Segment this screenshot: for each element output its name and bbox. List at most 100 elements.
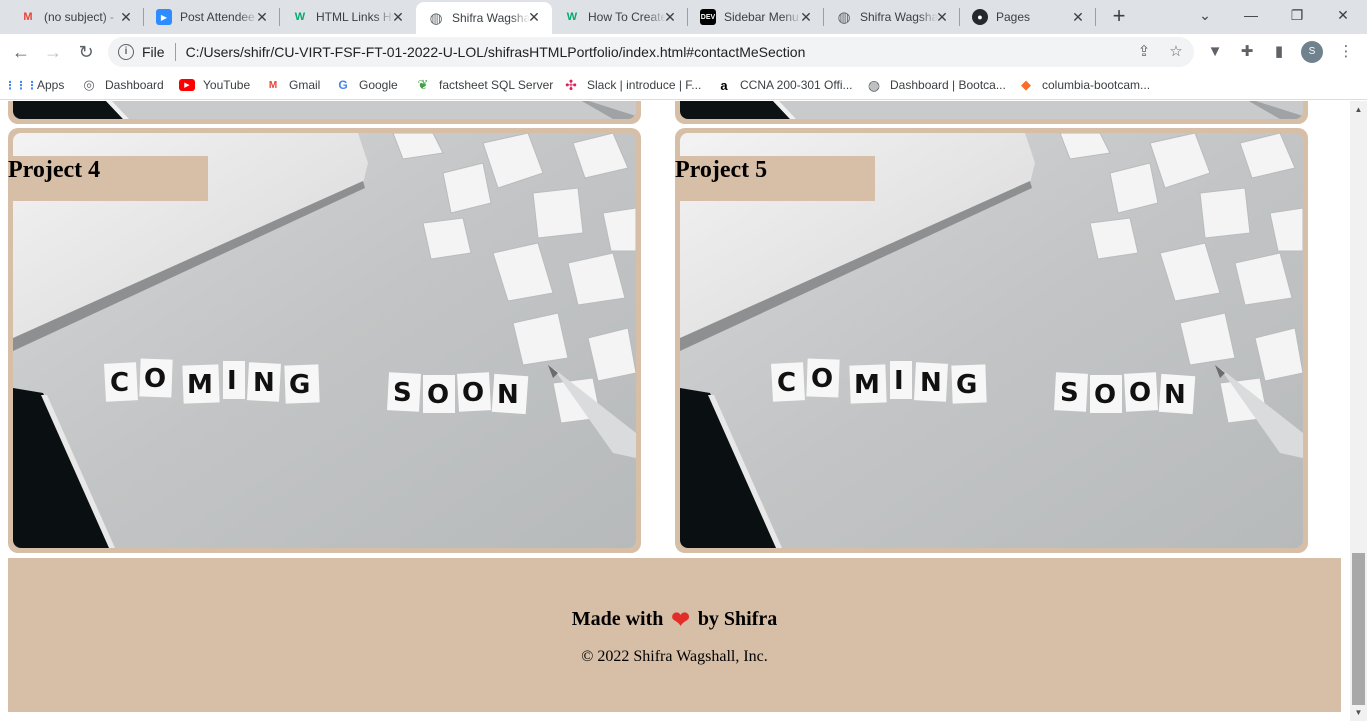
- tab-title: Post Attendee: [180, 10, 255, 24]
- made-with-line: Made with ❤ by Shifra: [8, 608, 1341, 631]
- svg-text:G: G: [956, 370, 977, 400]
- author-text: by Shifra: [697, 608, 778, 630]
- browser-tab[interactable]: W HTML Links Hy ✕: [280, 0, 416, 34]
- heart-icon: ❤: [671, 606, 690, 632]
- bookmark-item[interactable]: G Google: [335, 76, 398, 94]
- close-tab-icon[interactable]: ✕: [1070, 9, 1086, 25]
- svg-text:I: I: [894, 366, 904, 396]
- svg-text:M: M: [854, 370, 880, 400]
- vuetify-extension-icon[interactable]: ▼: [1205, 42, 1225, 62]
- bookmark-label: Slack | introduce | F...: [587, 78, 702, 92]
- browser-tab-active[interactable]: ◍ Shifra Wagsha ✕: [416, 2, 552, 34]
- bookmark-label: Apps: [37, 78, 65, 92]
- browser-tab[interactable]: W How To Create ✕: [552, 0, 688, 34]
- project-card-4[interactable]: C O M I N G S O O N Project 4: [8, 128, 641, 553]
- bookmark-label: Dashboard | Bootca...: [890, 78, 1006, 92]
- bookmark-item[interactable]: ✣ Slack | introduce | F...: [563, 76, 701, 94]
- back-arrow-icon[interactable]: ←: [9, 40, 33, 64]
- profile-avatar[interactable]: S: [1301, 41, 1323, 63]
- scheme-label: File: [142, 44, 165, 60]
- bookmark-item[interactable]: M Gmail: [265, 76, 321, 94]
- close-window-button[interactable]: ✕: [1320, 0, 1366, 34]
- forward-arrow-icon[interactable]: →: [41, 40, 65, 64]
- google-icon: G: [338, 78, 348, 92]
- bookmark-label: Google: [359, 78, 398, 92]
- project-card-5[interactable]: C O M I N G S O O N Project 5: [675, 128, 1308, 553]
- bookmark-item[interactable]: ◍ Dashboard | Bootca...: [866, 76, 1006, 94]
- svg-text:O: O: [462, 378, 484, 408]
- browser-toolbar: ← → ↻ i File C:/Users/shifr/CU-VIRT-FSF-…: [0, 34, 1367, 70]
- dev-icon: DEV: [700, 9, 716, 25]
- address-divider: [174, 43, 176, 61]
- scroll-down-arrow-icon[interactable]: ▼: [1350, 704, 1367, 721]
- side-panel-icon[interactable]: ▮: [1269, 42, 1289, 62]
- svg-text:O: O: [1094, 380, 1116, 410]
- globe-icon: ◍: [429, 10, 443, 27]
- tab-title: (no subject) -: [44, 10, 115, 24]
- close-tab-icon[interactable]: ✕: [390, 9, 406, 25]
- page-viewport: C O M I N G S O O N Project 4 C O M I N …: [0, 101, 1350, 721]
- share-icon[interactable]: ⇪: [1135, 43, 1153, 61]
- close-tab-icon[interactable]: ✕: [798, 9, 814, 25]
- tab-search-chevron-icon[interactable]: ⌄: [1182, 0, 1228, 34]
- address-bar[interactable]: i File C:/Users/shifr/CU-VIRT-FSF-FT-01-…: [108, 37, 1194, 67]
- browser-tab[interactable]: ◍ Shifra Wagsha ✕: [824, 0, 960, 34]
- svg-text:S: S: [1060, 378, 1079, 408]
- slack-icon: ✣: [565, 76, 577, 93]
- info-icon[interactable]: i: [118, 44, 134, 60]
- project-card-partial[interactable]: [8, 101, 641, 124]
- bookmark-item[interactable]: ◎ Dashboard: [81, 76, 164, 94]
- reload-icon[interactable]: ↻: [74, 40, 98, 64]
- bookmark-item[interactable]: ❦ factsheet SQL Server: [415, 76, 554, 94]
- close-tab-icon[interactable]: ✕: [662, 9, 678, 25]
- bookmark-label: columbia-bootcam...: [1042, 78, 1151, 92]
- youtube-icon: ▶: [179, 79, 195, 91]
- bookmark-item[interactable]: ▶ YouTube: [179, 76, 250, 94]
- svg-text:C: C: [110, 368, 129, 398]
- extensions-puzzle-icon[interactable]: ✚: [1237, 42, 1257, 62]
- svg-text:I: I: [227, 366, 237, 396]
- bookmark-item[interactable]: a CCNA 200-301 Offi...: [716, 76, 852, 94]
- close-tab-icon[interactable]: ✕: [118, 9, 134, 25]
- bookmark-star-icon[interactable]: ☆: [1167, 43, 1185, 61]
- project-title: Project 5: [675, 156, 875, 201]
- restore-button[interactable]: ❐: [1274, 0, 1320, 34]
- svg-text:S: S: [393, 378, 412, 408]
- minimize-button[interactable]: —: [1228, 0, 1274, 34]
- browser-tab[interactable]: M (no subject) - ✕: [8, 0, 144, 34]
- svg-text:O: O: [1129, 378, 1151, 408]
- svg-text:N: N: [253, 368, 275, 398]
- bookmarks-bar: ⋮⋮⋮ Apps ◎ Dashboard ▶ YouTube M Gmail G…: [0, 70, 1367, 100]
- close-tab-icon[interactable]: ✕: [934, 9, 950, 25]
- leaf-icon: ❦: [417, 77, 429, 92]
- svg-text:O: O: [427, 380, 449, 410]
- page-footer: Made with ❤ by Shifra © 2022 Shifra Wags…: [8, 558, 1341, 712]
- copyright-text: © 2022 Shifra Wagshall, Inc.: [581, 648, 768, 665]
- browser-tab[interactable]: ● Pages ✕: [960, 0, 1096, 34]
- tab-separator: [1095, 8, 1096, 26]
- scrollbar-thumb[interactable]: [1352, 553, 1365, 705]
- made-with-text: Made with: [571, 608, 664, 630]
- zoom-icon: ▶: [156, 9, 172, 25]
- browser-tab[interactable]: DEV Sidebar Menu ✕: [688, 0, 824, 34]
- globe-icon: ◍: [867, 76, 881, 93]
- close-tab-icon[interactable]: ✕: [526, 9, 542, 25]
- project-card-partial[interactable]: [675, 101, 1308, 124]
- bookmark-item[interactable]: ⋮⋮⋮ Apps: [5, 76, 65, 94]
- menu-kebab-icon[interactable]: ⋮: [1336, 42, 1356, 62]
- bookmark-label: YouTube: [203, 78, 251, 92]
- scroll-up-arrow-icon[interactable]: ▲: [1350, 101, 1367, 118]
- close-tab-icon[interactable]: ✕: [254, 9, 270, 25]
- vertical-scrollbar[interactable]: ▲ ▼: [1350, 101, 1367, 721]
- tab-title: Shifra Wagsha: [860, 10, 938, 24]
- browser-tab[interactable]: ▶ Post Attendee ✕: [144, 0, 280, 34]
- gmail-icon: M: [23, 11, 33, 23]
- svg-text:O: O: [811, 364, 833, 394]
- project-image: [13, 101, 636, 119]
- bookmark-item[interactable]: ◆ columbia-bootcam...: [1018, 76, 1150, 94]
- url-text[interactable]: C:/Users/shifr/CU-VIRT-FSF-FT-01-2022-U-…: [186, 44, 806, 60]
- svg-text:O: O: [144, 364, 166, 394]
- svg-text:N: N: [920, 368, 942, 398]
- new-tab-button[interactable]: +: [1108, 5, 1130, 28]
- bookmark-label: Dashboard: [105, 78, 164, 92]
